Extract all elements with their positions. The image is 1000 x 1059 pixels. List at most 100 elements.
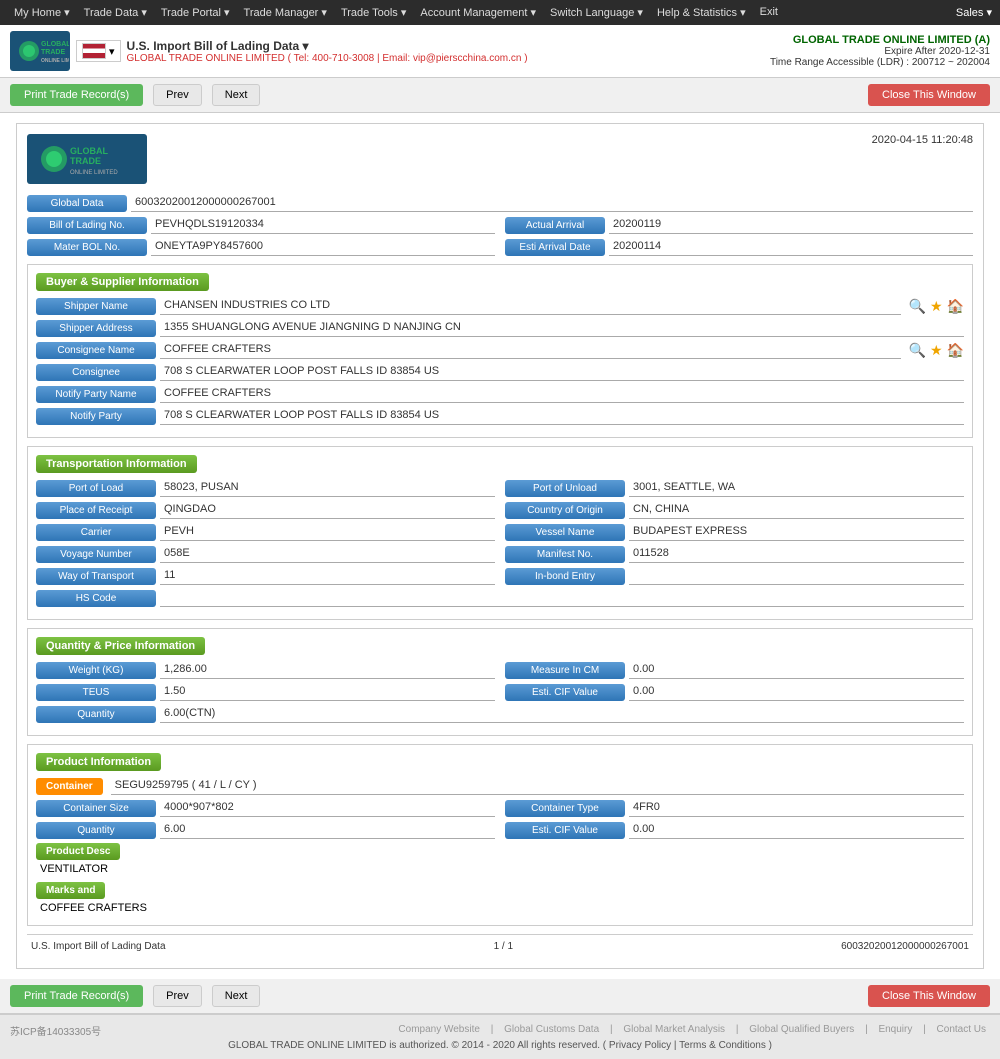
nav-my-home[interactable]: My Home ▾: [8, 4, 76, 21]
consignee-name-row: Consignee Name COFFEE CRAFTERS 🔍 ★ 🏠: [36, 341, 964, 359]
hs-code-value: [160, 589, 964, 607]
teus-cif-row: TEUS 1.50 Esti. CIF Value 0.00: [36, 683, 964, 701]
country-of-origin-value: CN, CHINA: [629, 501, 964, 519]
marks-row: Marks and COFFEE CRAFTERS: [36, 882, 964, 917]
consignee-home-icon[interactable]: 🏠: [947, 342, 964, 359]
company-contact: GLOBAL TRADE ONLINE LIMITED ( Tel: 400-7…: [127, 53, 528, 64]
in-bond-entry-value: [629, 567, 964, 585]
measure-in-cm-value: 0.00: [629, 661, 964, 679]
container-size-type-row: Container Size 4000*907*802 Container Ty…: [36, 799, 964, 817]
footer-global-customs-data[interactable]: Global Customs Data: [504, 1024, 599, 1035]
notify-party-name-value: COFFEE CRAFTERS: [160, 385, 964, 403]
consignee-value: 708 S CLEARWATER LOOP POST FALLS ID 8385…: [160, 363, 964, 381]
prod-esti-cif-label: Esti. CIF Value: [505, 822, 625, 839]
consignee-star-icon[interactable]: ★: [930, 342, 943, 359]
footer-company-website[interactable]: Company Website: [398, 1024, 480, 1035]
print-button-top[interactable]: Print Trade Record(s): [10, 84, 143, 106]
action-bar-bottom: Print Trade Record(s) Prev Next Close Th…: [0, 979, 1000, 1014]
nav-trade-tools[interactable]: Trade Tools ▾: [335, 4, 412, 21]
doc-timestamp: 2020-04-15 11:20:48: [872, 134, 973, 146]
header-right-info: GLOBAL TRADE ONLINE LIMITED (A) Expire A…: [770, 34, 990, 68]
icp-row: 苏ICP备14033305号 Company Website | Global …: [10, 1023, 990, 1040]
actual-arrival-value: 20200119: [609, 216, 973, 234]
marks-value: COFFEE CRAFTERS: [36, 899, 964, 917]
prev-button-top[interactable]: Prev: [153, 84, 202, 106]
data-source-title[interactable]: U.S. Import Bill of Lading Data ▾: [127, 39, 528, 53]
footer-global-market-analysis[interactable]: Global Market Analysis: [623, 1024, 725, 1035]
voyage-number-label: Voyage Number: [36, 546, 156, 563]
consignee-label: Consignee: [36, 364, 156, 381]
nav-sales[interactable]: Sales ▾: [956, 6, 992, 19]
product-desc-row: Product Desc VENTILATOR: [36, 843, 964, 878]
icp-number: 苏ICP备14033305号: [10, 1023, 101, 1038]
next-button-bottom[interactable]: Next: [212, 985, 261, 1007]
marks-label: Marks and: [36, 882, 105, 899]
consignee-search-icon[interactable]: 🔍: [909, 342, 926, 359]
nav-trade-manager[interactable]: Trade Manager ▾: [238, 4, 333, 21]
flag-selector[interactable]: ▾: [76, 40, 121, 62]
country-of-origin-label: Country of Origin: [505, 502, 625, 519]
shipper-name-row: Shipper Name CHANSEN INDUSTRIES CO LTD 🔍…: [36, 297, 964, 315]
search-icon[interactable]: 🔍: [909, 298, 926, 315]
port-of-unload-label: Port of Unload: [505, 480, 625, 497]
svg-text:ONLINE LIMITED: ONLINE LIMITED: [41, 58, 69, 64]
nav-help-statistics[interactable]: Help & Statistics ▾: [651, 4, 752, 21]
quantity-price-label: Quantity & Price Information: [36, 637, 205, 655]
shipper-address-row: Shipper Address 1355 SHUANGLONG AVENUE J…: [36, 319, 964, 337]
prev-button-bottom[interactable]: Prev: [153, 985, 202, 1007]
voyage-manifest-row: Voyage Number 058E Manifest No. 011528: [36, 545, 964, 563]
next-button-top[interactable]: Next: [212, 84, 261, 106]
print-button-bottom[interactable]: Print Trade Record(s): [10, 985, 143, 1007]
receipt-origin-row: Place of Receipt QINGDAO Country of Orig…: [36, 501, 964, 519]
home-icon[interactable]: 🏠: [947, 298, 964, 315]
container-label: Container: [36, 778, 103, 795]
esti-cif-label: Esti. CIF Value: [505, 684, 625, 701]
star-icon[interactable]: ★: [930, 298, 943, 315]
weight-value: 1,286.00: [160, 661, 495, 679]
doc-footer-record-id: 60032020012000000267001: [841, 941, 969, 952]
doc-header: GLOBAL TRADE ONLINE LIMITED 2020-04-15 1…: [27, 134, 973, 184]
container-type-label: Container Type: [505, 800, 625, 817]
nav-exit[interactable]: Exit: [754, 4, 784, 21]
doc-footer-left: U.S. Import Bill of Lading Data: [31, 941, 166, 952]
carrier-value: PEVH: [160, 523, 495, 541]
svg-text:TRADE: TRADE: [41, 49, 65, 56]
consignee-name-value: COFFEE CRAFTERS: [160, 341, 901, 359]
footer-global-qualified-buyers[interactable]: Global Qualified Buyers: [749, 1024, 854, 1035]
nav-switch-language[interactable]: Switch Language ▾: [544, 4, 649, 21]
close-button-bottom[interactable]: Close This Window: [868, 985, 990, 1007]
esti-arrival-value: 20200114: [609, 238, 973, 256]
nav-account-management[interactable]: Account Management ▾: [414, 4, 542, 21]
carrier-vessel-row: Carrier PEVH Vessel Name BUDAPEST EXPRES…: [36, 523, 964, 541]
consignee-icons: 🔍 ★ 🏠: [909, 342, 964, 359]
manifest-no-label: Manifest No.: [505, 546, 625, 563]
measure-in-cm-label: Measure In CM: [505, 662, 625, 679]
shipper-name-label: Shipper Name: [36, 298, 156, 315]
footer-contact-us[interactable]: Contact Us: [937, 1024, 986, 1035]
transport-section-label: Transportation Information: [36, 455, 197, 473]
shipper-address-value: 1355 SHUANGLONG AVENUE JIANGNING D NANJI…: [160, 319, 964, 337]
container-size-label: Container Size: [36, 800, 156, 817]
footer-enquiry[interactable]: Enquiry: [878, 1024, 912, 1035]
master-bol-value: ONEYTA9PY8457600: [151, 238, 495, 256]
nav-trade-portal[interactable]: Trade Portal ▾: [155, 4, 236, 21]
footer-copyright: GLOBAL TRADE ONLINE LIMITED is authorize…: [10, 1040, 990, 1051]
document-container: GLOBAL TRADE ONLINE LIMITED 2020-04-15 1…: [16, 123, 984, 969]
global-data-value: 60032020012000000267001: [131, 194, 973, 212]
product-desc-value: VENTILATOR: [36, 860, 964, 878]
container-size-value: 4000*907*802: [160, 799, 495, 817]
close-button-top[interactable]: Close This Window: [868, 84, 990, 106]
action-bar-top: Print Trade Record(s) Prev Next Close Th…: [0, 78, 1000, 113]
in-bond-entry-label: In-bond Entry: [505, 568, 625, 585]
way-of-transport-value: 11: [160, 567, 495, 585]
consignee-name-label: Consignee Name: [36, 342, 156, 359]
notify-party-label: Notify Party: [36, 408, 156, 425]
nav-trade-data[interactable]: Trade Data ▾: [78, 4, 153, 21]
bol-value: PEVHQDLS19120334: [151, 216, 495, 234]
port-of-load-label: Port of Load: [36, 480, 156, 497]
transport-inbond-row: Way of Transport 11 In-bond Entry: [36, 567, 964, 585]
header-bar: GLOBAL TRADE ONLINE LIMITED ▾ U.S. Impor…: [0, 25, 1000, 78]
svg-text:GLOBAL: GLOBAL: [70, 146, 108, 156]
prod-esti-cif-value: 0.00: [629, 821, 964, 839]
place-of-receipt-value: QINGDAO: [160, 501, 495, 519]
